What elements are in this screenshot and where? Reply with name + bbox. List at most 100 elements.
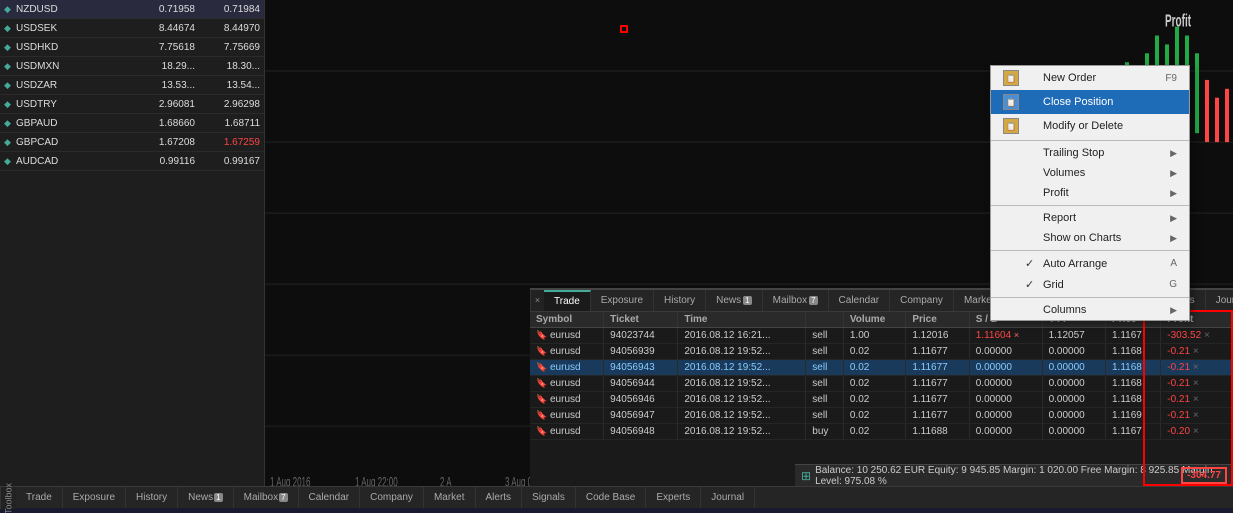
context-menu-item[interactable]: 📋Modify or Delete <box>991 114 1189 138</box>
sl-value: 0.00000 <box>976 378 1012 389</box>
symbol-row[interactable]: ◆ USDSEK 8.44674 8.44970 <box>0 19 264 38</box>
symbol-ask: 18.30... <box>195 61 260 72</box>
symbol-row[interactable]: ◆ USDTRY 2.96081 2.96298 <box>0 95 264 114</box>
context-menu-item[interactable]: Trailing Stop▶ <box>991 143 1189 163</box>
context-menu-item[interactable]: Volumes▶ <box>991 163 1189 183</box>
symbol-list: ◆ NZDUSD 0.71958 0.71984 ◆ USDSEK 8.4467… <box>0 0 264 486</box>
footer-news-badge: 1 <box>214 493 222 502</box>
shortcut-label: F9 <box>1145 73 1177 84</box>
tab-exposure[interactable]: Exposure <box>591 290 654 311</box>
symbol-row[interactable]: ◆ AUDCAD 0.99116 0.99167 <box>0 152 264 171</box>
footer-tab-history[interactable]: History <box>126 487 178 508</box>
trade-table: Symbol Ticket Time Volume Price S / L T … <box>530 312 1233 440</box>
cell-sl: 0.00000 <box>969 344 1042 360</box>
cell-profit: -0.21 × <box>1161 376 1233 392</box>
profit-close[interactable]: × <box>1193 410 1199 421</box>
tab-news1[interactable]: News 1 <box>706 290 762 311</box>
submenu-arrow: ▶ <box>1170 233 1177 244</box>
news-badge: 1 <box>743 296 751 305</box>
footer-tab-news[interactable]: News1 <box>178 487 233 508</box>
footer-tab-mailbox[interactable]: Mailbox7 <box>234 487 299 508</box>
footer-tab-trade[interactable]: Trade <box>16 487 63 508</box>
context-menu-item[interactable]: Profit▶ <box>991 183 1189 203</box>
symbol-name: AUDCAD <box>16 156 130 167</box>
symbol-arrow: ◆ <box>4 4 14 15</box>
profit-close[interactable]: × <box>1204 330 1210 341</box>
context-menu-item[interactable]: 📋Close Position <box>991 90 1189 114</box>
sl-close[interactable]: × <box>1014 330 1019 340</box>
status-bar: ⊞ Balance: 10 250.62 EUR Equity: 9 945.8… <box>795 464 1233 486</box>
cell-price: 1.11677 <box>906 408 969 424</box>
trade-table-container[interactable]: Symbol Ticket Time Volume Price S / L T … <box>530 312 1233 486</box>
col-header-price: Price <box>906 312 969 328</box>
tab-trade[interactable]: Trade <box>544 290 591 311</box>
status-text: Balance: 10 250.62 EUR Equity: 9 945.85 … <box>815 465 1227 487</box>
profit-close[interactable]: × <box>1193 362 1199 373</box>
footer-tab-experts[interactable]: Experts <box>646 487 701 508</box>
menu-item-label: Report <box>1043 212 1076 224</box>
right-panel: 1 Aug 2016 1 Aug 22:00 2 A 3 Aug 06:00 3… <box>265 0 1233 508</box>
table-row[interactable]: 🔖 eurusd 94056943 2016.08.12 19:52... se… <box>530 360 1233 376</box>
cell-profit: -0.20 × <box>1161 424 1233 440</box>
tab-company[interactable]: Company <box>890 290 954 311</box>
symbol-row[interactable]: ◆ USDZAR 13.53... 13.54... <box>0 76 264 95</box>
cell-profit: -0.21 × <box>1161 408 1233 424</box>
tp-value: 0.00000 <box>1049 362 1085 373</box>
cell-current-price: 1.1169 <box>1105 408 1160 424</box>
table-row[interactable]: 🔖 eurusd 94056944 2016.08.12 19:52... se… <box>530 376 1233 392</box>
symbol-bid: 2.96081 <box>130 99 195 110</box>
symbol-ask: 7.75669 <box>195 42 260 53</box>
footer-tab-alerts[interactable]: Alerts <box>476 487 523 508</box>
symbol-row[interactable]: ◆ USDMXN 18.29... 18.30... <box>0 57 264 76</box>
tab-history[interactable]: History <box>654 290 706 311</box>
tp-value: 0.00000 <box>1049 394 1085 405</box>
profit-close[interactable]: × <box>1193 346 1199 357</box>
symbol-arrow: ◆ <box>4 42 14 53</box>
symbol-row[interactable]: ◆ USDHKD 7.75618 7.75669 <box>0 38 264 57</box>
context-menu-item[interactable]: 📋New OrderF9 <box>991 66 1189 90</box>
cell-volume: 0.02 <box>843 408 905 424</box>
symbol-row[interactable]: ◆ GBPCAD 1.67208 1.67259 <box>0 133 264 152</box>
cell-ticket: 94056947 <box>604 408 678 424</box>
cell-price: 1.11677 <box>906 360 969 376</box>
footer-mailbox-badge: 7 <box>279 493 287 502</box>
profit-close[interactable]: × <box>1193 378 1199 389</box>
symbol-row[interactable]: ◆ GBPAUD 1.68660 1.68711 <box>0 114 264 133</box>
footer-tab-exposure[interactable]: Exposure <box>63 487 126 508</box>
table-row[interactable]: 🔖 eurusd 94056948 2016.08.12 19:52... bu… <box>530 424 1233 440</box>
context-menu-item[interactable]: ✓GridG <box>991 274 1189 295</box>
menu-item-label: Columns <box>1043 304 1086 316</box>
footer-tab-codebase[interactable]: Code Base <box>576 487 646 508</box>
footer-tab-calendar[interactable]: Calendar <box>299 487 361 508</box>
tab-journal[interactable]: Journal <box>1206 290 1233 311</box>
footer-tab-signals[interactable]: Signals <box>522 487 576 508</box>
footer-tab-market[interactable]: Market <box>424 487 476 508</box>
sl-value: 0.00000 <box>976 362 1012 373</box>
checkmark: ✓ <box>1025 257 1039 270</box>
cell-ticket: 94056946 <box>604 392 678 408</box>
cell-volume: 0.02 <box>843 392 905 408</box>
context-menu-item[interactable]: Report▶ <box>991 208 1189 228</box>
footer-tab-company[interactable]: Company <box>360 487 424 508</box>
context-menu-item[interactable]: Show on Charts▶ <box>991 228 1189 248</box>
context-menu-item[interactable]: ✓Auto ArrangeA <box>991 253 1189 274</box>
symbol-name: USDSEK <box>16 23 130 34</box>
table-row[interactable]: 🔖 eurusd 94023744 2016.08.12 16:21... se… <box>530 328 1233 344</box>
cell-type: sell <box>806 408 844 424</box>
cell-current-price: 1.1168 <box>1105 360 1160 376</box>
cell-price: 1.11688 <box>906 424 969 440</box>
left-panel: ◆ NZDUSD 0.71958 0.71984 ◆ USDSEK 8.4467… <box>0 0 265 508</box>
sl-value: 0.00000 <box>976 426 1012 437</box>
col-header-volume: Volume <box>843 312 905 328</box>
table-row[interactable]: 🔖 eurusd 94056947 2016.08.12 19:52... se… <box>530 408 1233 424</box>
table-row[interactable]: 🔖 eurusd 94056939 2016.08.12 19:52... se… <box>530 344 1233 360</box>
context-menu-item[interactable]: Columns▶ <box>991 300 1189 320</box>
profit-close[interactable]: × <box>1193 426 1199 437</box>
profit-close[interactable]: × <box>1193 394 1199 405</box>
tab-calendar[interactable]: Calendar <box>829 290 891 311</box>
table-row[interactable]: 🔖 eurusd 94056946 2016.08.12 19:52... se… <box>530 392 1233 408</box>
footer-tab-journal[interactable]: Journal <box>701 487 755 508</box>
symbol-bid: 8.44674 <box>130 23 195 34</box>
tab-mailbox[interactable]: Mailbox 7 <box>763 290 829 311</box>
symbol-row[interactable]: ◆ NZDUSD 0.71958 0.71984 <box>0 0 264 19</box>
